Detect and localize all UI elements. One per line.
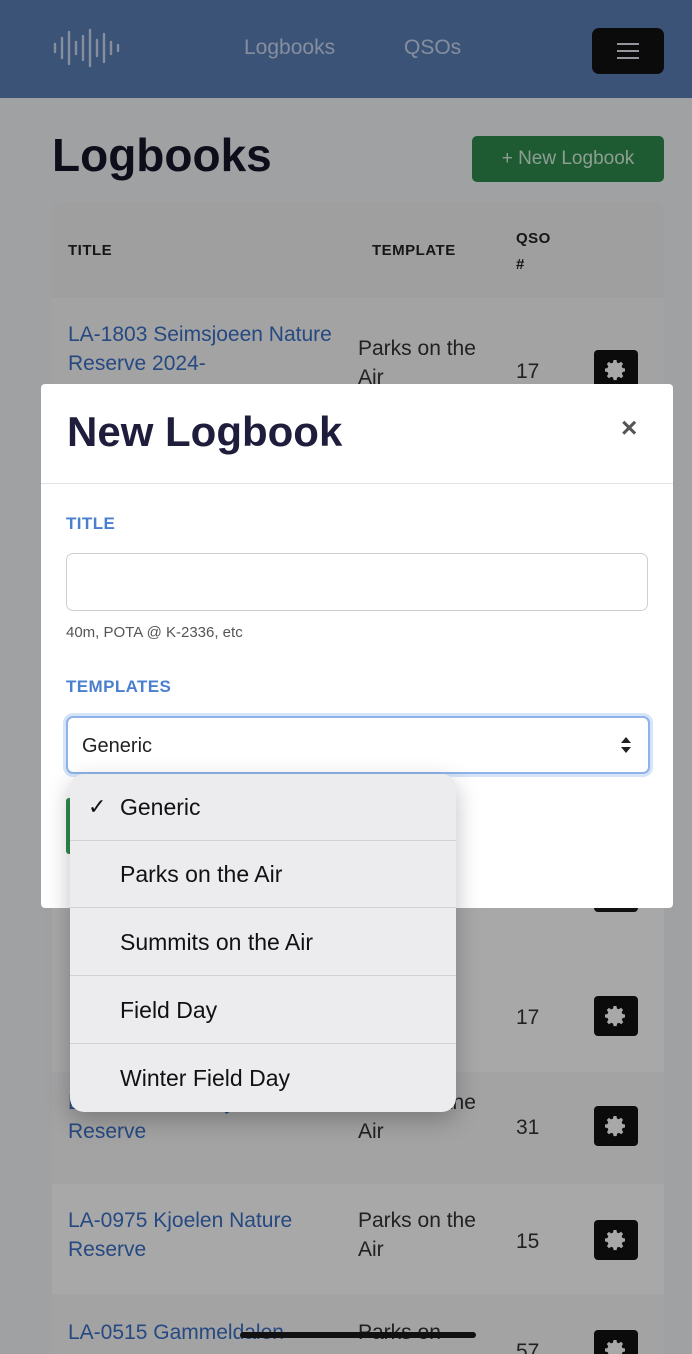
templates-select-value: Generic: [82, 735, 153, 757]
templates-select[interactable]: Generic: [66, 716, 650, 774]
close-icon[interactable]: ×: [621, 412, 637, 444]
modal-title: New Logbook: [67, 408, 343, 455]
select-arrows-icon: [621, 737, 631, 753]
templates-label: TEMPLATES: [66, 677, 172, 696]
title-help-text: 40m, POTA @ K-2336, etc: [66, 624, 243, 641]
option-label: Generic: [120, 794, 201, 820]
templates-dropdown: ✓ Generic Parks on the Air Summits on th…: [70, 774, 456, 1112]
app-screen: Logbooks QSOs Logbooks + New Logbook TIT…: [0, 0, 692, 1354]
home-indicator: [240, 1332, 476, 1338]
option-label: Parks on the Air: [120, 861, 283, 887]
option-label: Winter Field Day: [120, 1065, 290, 1091]
option-label: Field Day: [120, 997, 218, 1023]
dropdown-option-winter-field-day[interactable]: Winter Field Day: [70, 1045, 456, 1112]
dropdown-option-generic[interactable]: ✓ Generic: [70, 774, 456, 841]
dropdown-option-field-day[interactable]: Field Day: [70, 977, 456, 1044]
title-label: TITLE: [66, 514, 116, 533]
title-input[interactable]: [66, 553, 648, 611]
checkmark-icon: ✓: [88, 794, 107, 819]
option-label: Summits on the Air: [120, 929, 314, 955]
dropdown-option-parks[interactable]: Parks on the Air: [70, 841, 456, 908]
modal-divider: [41, 483, 673, 484]
dropdown-option-summits[interactable]: Summits on the Air: [70, 909, 456, 976]
